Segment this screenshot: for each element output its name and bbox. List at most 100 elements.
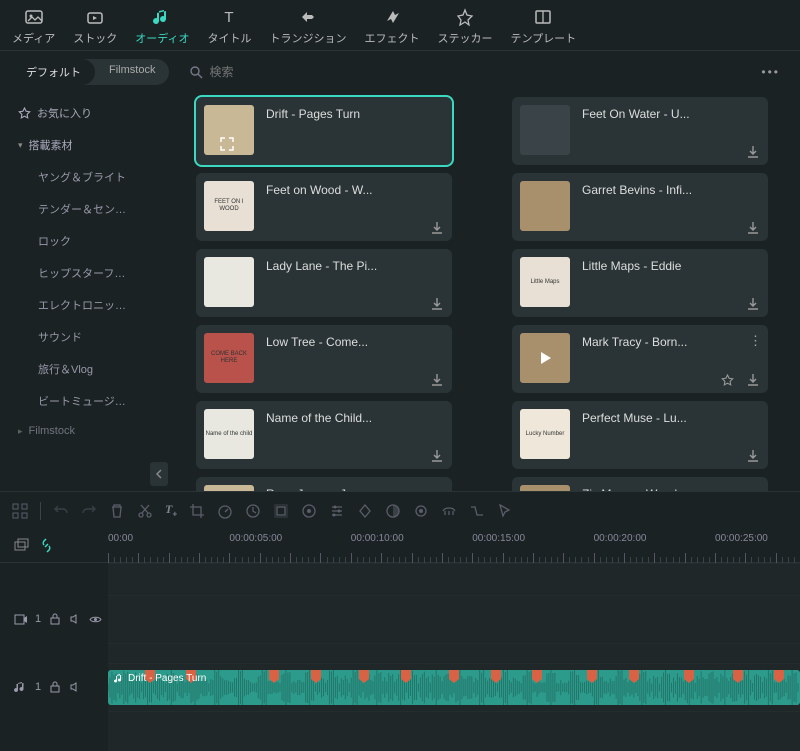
nav-sticker[interactable]: ステッカー [437,8,492,46]
tool-redo[interactable] [81,503,97,519]
card-menu[interactable]: ⋮ [749,333,762,349]
card-title: Feet on Wood - W... [266,181,373,197]
sidebar-sub[interactable]: エレクトロニッ… [4,289,174,321]
tool-crop[interactable] [189,503,205,519]
tool-cursor[interactable] [497,503,513,519]
nav-audio[interactable]: オーディオ [135,8,189,46]
download-icon[interactable] [430,373,444,387]
tool-adjust[interactable] [329,503,345,519]
audio-card[interactable]: FEET ON I WOODFeet on Wood - W... [196,173,452,241]
search-input[interactable] [209,65,364,79]
audio-card[interactable]: Garret Bevins - Infi... [512,173,768,241]
beat-marker[interactable] [359,670,369,679]
sidebar-sub[interactable]: テンダー＆セン… [4,193,174,225]
tab-default[interactable]: デフォルト [12,59,95,85]
search-box[interactable] [189,65,743,79]
tab-filmstock[interactable]: Filmstock [95,59,169,85]
audio-clip[interactable]: Drift - Pages Turn [108,670,800,705]
tool-undo[interactable] [53,503,69,519]
card-title: Name of the Child... [266,409,372,425]
audio-track-body[interactable]: Drift - Pages Turn [108,663,800,711]
audio-card[interactable]: Feet On Water - U... [512,97,768,165]
audio-card[interactable]: Lucky NumberPerfect Muse - Lu... [512,401,768,469]
download-icon[interactable] [746,221,760,235]
mute-icon[interactable] [69,613,81,625]
tool-grid[interactable] [12,503,28,519]
time-label: 00:00:10:00 [351,533,404,544]
audio-card[interactable]: Ziv Moran - Wood... [512,477,768,491]
sidebar-favorites[interactable]: お気に入り [4,97,174,129]
nav-transition[interactable]: トランジション [269,8,346,46]
beat-marker[interactable] [733,670,743,679]
download-icon[interactable] [430,449,444,463]
nav-stock[interactable]: ストック [73,8,117,46]
lock-icon[interactable] [49,681,61,693]
lock-icon[interactable] [49,613,61,625]
audio-card[interactable]: Little MapsLittle Maps - Eddie [512,249,768,317]
thumbnail [204,257,254,307]
eye-icon[interactable] [89,613,102,626]
more-menu[interactable]: ••• [753,61,788,83]
beat-marker[interactable] [629,670,639,679]
beat-marker[interactable] [684,670,694,679]
download-icon[interactable] [746,449,760,463]
time-ruler[interactable]: 00:0000:00:05:0000:00:10:0000:00:15:0000… [108,529,800,563]
download-icon[interactable] [746,373,760,387]
beat-marker[interactable] [532,670,542,679]
tool-g2[interactable] [441,503,457,519]
audio-card[interactable]: Name of the childName of the Child... [196,401,452,469]
sidebar-sub[interactable]: ロック [4,225,174,257]
audio-card[interactable]: Lady Lane - The Pi... [196,249,452,317]
beat-marker[interactable] [587,670,597,679]
tool-duration[interactable] [245,503,261,519]
sidebar-collapse-button[interactable] [150,462,168,486]
tool-speed[interactable] [217,503,233,519]
mute-icon[interactable] [69,681,81,693]
nav-template[interactable]: テンプレート [510,8,576,46]
tool-delete[interactable] [109,503,125,519]
sidebar-builtin[interactable]: ▾ 搭載素材 [4,129,174,161]
sidebar-sub[interactable]: サウンド [4,321,174,353]
tool-cut[interactable] [137,503,153,519]
tool-keyframe[interactable] [357,503,373,519]
sidebar-sub[interactable]: 旅行＆Vlog [4,353,174,385]
tool-text[interactable]: T+ [165,502,177,518]
sidebar-item-label: テンダー＆セン… [38,201,126,217]
card-title: Feet On Water - U... [582,105,690,121]
svg-text:T: T [225,9,234,26]
tool-color[interactable] [301,503,317,519]
beat-marker[interactable] [401,670,411,679]
link-icon[interactable] [39,538,54,553]
expand-icon[interactable] [220,137,234,151]
favorite-icon[interactable] [721,374,734,387]
sidebar-item-label: お気に入り [37,105,92,121]
beat-marker[interactable] [269,670,279,679]
download-icon[interactable] [746,145,760,159]
nav-effect[interactable]: エフェクト [364,8,419,46]
time-label: 00:00:15:00 [472,533,525,544]
audio-card[interactable]: Drift - Pages Turn [196,97,452,165]
sidebar-sub[interactable]: ヤング＆ブライト [4,161,174,193]
layers-icon[interactable] [14,538,29,553]
download-icon[interactable] [430,297,444,311]
tool-g3[interactable] [469,503,485,519]
sidebar-sub[interactable]: ビートミュージ… [4,385,174,417]
tool-mask[interactable] [385,503,401,519]
audio-card[interactable]: COME BACK HERELow Tree - Come... [196,325,452,393]
audio-card[interactable]: JapanikaRyan Jones - Japa... [196,477,452,491]
sidebar-sub[interactable]: ヒップスターフ… [4,257,174,289]
beat-marker[interactable] [449,670,459,679]
beat-marker[interactable] [491,670,501,679]
video-track-body[interactable] [108,595,800,643]
sidebar-filmstock[interactable]: ▸ Filmstock [4,417,174,445]
sidebar-item-label: Filmstock [29,425,75,437]
nav-title[interactable]: T タイトル [207,8,251,46]
download-icon[interactable] [430,221,444,235]
tool-g1[interactable] [413,503,429,519]
nav-media[interactable]: メディア [12,8,55,46]
tool-crop2[interactable] [273,503,289,519]
beat-marker[interactable] [774,670,784,679]
download-icon[interactable] [746,297,760,311]
audio-card[interactable]: Mark Tracy - Born...⋮ [512,325,768,393]
beat-marker[interactable] [311,670,321,679]
